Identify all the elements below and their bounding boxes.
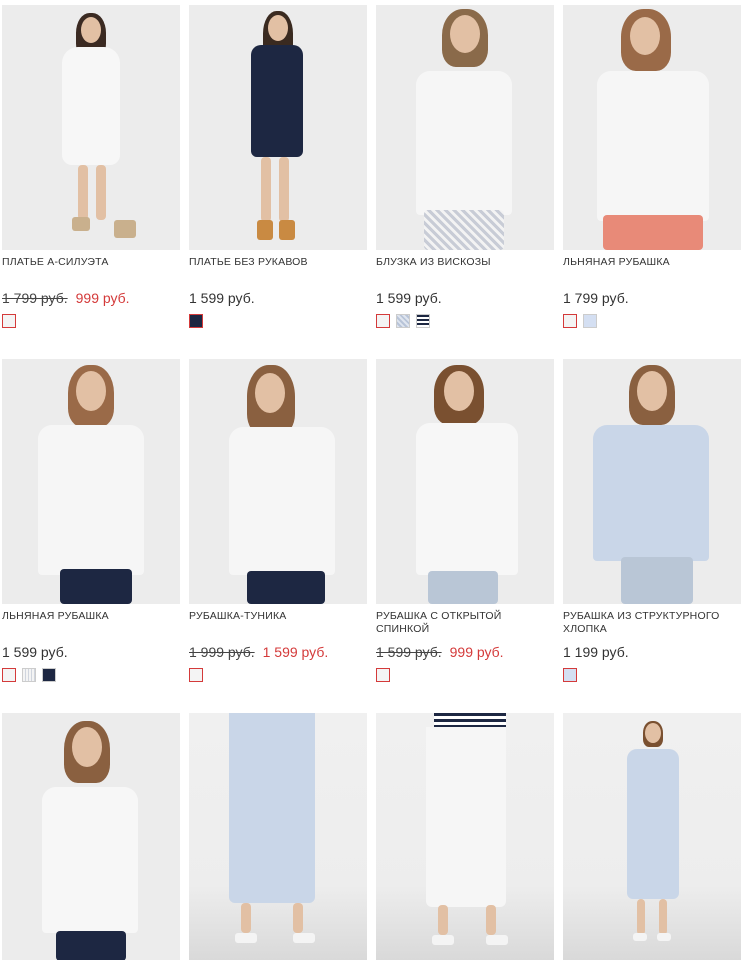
color-swatches bbox=[376, 314, 554, 328]
price: 1 599 руб. bbox=[189, 290, 255, 306]
product-photo[interactable] bbox=[563, 359, 741, 604]
white-swatch[interactable] bbox=[376, 314, 390, 328]
price-row: 1 799 руб. bbox=[563, 290, 741, 308]
color-swatches bbox=[189, 314, 367, 328]
product-card[interactable]: РУБАШКА-ТУНИКА 1 999 руб. 1 599 руб. bbox=[189, 359, 367, 682]
light-blue-swatch[interactable] bbox=[583, 314, 597, 328]
white-swatch[interactable] bbox=[189, 668, 203, 682]
color-swatches bbox=[563, 314, 741, 328]
product-card[interactable] bbox=[2, 713, 180, 960]
product-name[interactable]: ПЛАТЬЕ А-СИЛУЭТА bbox=[2, 256, 180, 282]
product-card[interactable]: ЛЬНЯНАЯ РУБАШКА 1 799 руб. bbox=[563, 5, 741, 328]
color-swatches bbox=[2, 668, 180, 682]
product-photo[interactable] bbox=[2, 359, 180, 604]
product-card[interactable] bbox=[563, 713, 741, 960]
product-name[interactable]: ЛЬНЯНАЯ РУБАШКА bbox=[563, 256, 741, 282]
product-name[interactable]: ЛЬНЯНАЯ РУБАШКА bbox=[2, 610, 180, 636]
product-photo[interactable] bbox=[376, 5, 554, 250]
white-swatch[interactable] bbox=[2, 668, 16, 682]
product-grid: ПЛАТЬЕ А-СИЛУЭТА 1 799 руб. 999 руб. ПЛАТ… bbox=[0, 0, 742, 960]
color-swatches bbox=[2, 314, 180, 328]
product-card[interactable]: БЛУЗКА ИЗ ВИСКОЗЫ 1 599 руб. bbox=[376, 5, 554, 328]
sale-price: 999 руб. bbox=[75, 290, 130, 306]
product-card[interactable] bbox=[376, 713, 554, 960]
product-card[interactable]: РУБАШКА ИЗ СТРУКТУРНОГО ХЛОПКА 1 199 руб… bbox=[563, 359, 741, 682]
old-price: 1 799 руб. bbox=[2, 290, 68, 306]
price-row: 1 599 руб. bbox=[376, 290, 554, 308]
old-price: 1 599 руб. bbox=[376, 644, 442, 660]
product-photo[interactable] bbox=[189, 713, 367, 960]
product-photo[interactable] bbox=[376, 359, 554, 604]
price: 1 599 руб. bbox=[376, 290, 442, 306]
white-swatch[interactable] bbox=[376, 668, 390, 682]
white-swatch[interactable] bbox=[2, 314, 16, 328]
product-card[interactable]: РУБАШКА С ОТКРЫТОЙ СПИНКОЙ 1 599 руб. 999… bbox=[376, 359, 554, 682]
price: 1 799 руб. bbox=[563, 290, 629, 306]
price-row: 1 199 руб. bbox=[563, 644, 741, 662]
color-swatches bbox=[189, 668, 367, 682]
price-row: 1 799 руб. 999 руб. bbox=[2, 290, 180, 308]
price: 1 599 руб. bbox=[2, 644, 68, 660]
product-card[interactable]: ЛЬНЯНАЯ РУБАШКА 1 599 руб. bbox=[2, 359, 180, 682]
navy-swatch[interactable] bbox=[42, 668, 56, 682]
blue-dot-swatch[interactable] bbox=[396, 314, 410, 328]
price-row: 1 599 руб. bbox=[2, 644, 180, 662]
navy-stripe-swatch[interactable] bbox=[416, 314, 430, 328]
sale-price: 1 599 руб. bbox=[262, 644, 329, 660]
product-photo[interactable] bbox=[563, 5, 741, 250]
color-swatches bbox=[563, 668, 741, 682]
light-blue-swatch[interactable] bbox=[563, 668, 577, 682]
product-photo[interactable] bbox=[563, 713, 741, 960]
sale-price: 999 руб. bbox=[449, 644, 504, 660]
product-name[interactable]: БЛУЗКА ИЗ ВИСКОЗЫ bbox=[376, 256, 554, 282]
product-photo[interactable] bbox=[189, 5, 367, 250]
old-price: 1 999 руб. bbox=[189, 644, 255, 660]
pinstripe-swatch[interactable] bbox=[22, 668, 36, 682]
product-name[interactable]: РУБАШКА ИЗ СТРУКТУРНОГО ХЛОПКА bbox=[563, 610, 741, 636]
product-name[interactable]: РУБАШКА С ОТКРЫТОЙ СПИНКОЙ bbox=[376, 610, 554, 636]
product-name[interactable]: ПЛАТЬЕ БЕЗ РУКАВОВ bbox=[189, 256, 367, 282]
product-name[interactable]: РУБАШКА-ТУНИКА bbox=[189, 610, 367, 636]
price: 1 199 руб. bbox=[563, 644, 629, 660]
product-card[interactable]: ПЛАТЬЕ А-СИЛУЭТА 1 799 руб. 999 руб. bbox=[2, 5, 180, 328]
product-card[interactable] bbox=[189, 713, 367, 960]
white-swatch[interactable] bbox=[563, 314, 577, 328]
color-swatches bbox=[376, 668, 554, 682]
product-photo[interactable] bbox=[2, 713, 180, 960]
price-row: 1 599 руб. bbox=[189, 290, 367, 308]
product-photo[interactable] bbox=[189, 359, 367, 604]
navy-swatch[interactable] bbox=[189, 314, 203, 328]
product-photo[interactable] bbox=[376, 713, 554, 960]
product-card[interactable]: ПЛАТЬЕ БЕЗ РУКАВОВ 1 599 руб. bbox=[189, 5, 367, 328]
product-photo[interactable] bbox=[2, 5, 180, 250]
price-row: 1 999 руб. 1 599 руб. bbox=[189, 644, 367, 662]
price-row: 1 599 руб. 999 руб. bbox=[376, 644, 554, 662]
